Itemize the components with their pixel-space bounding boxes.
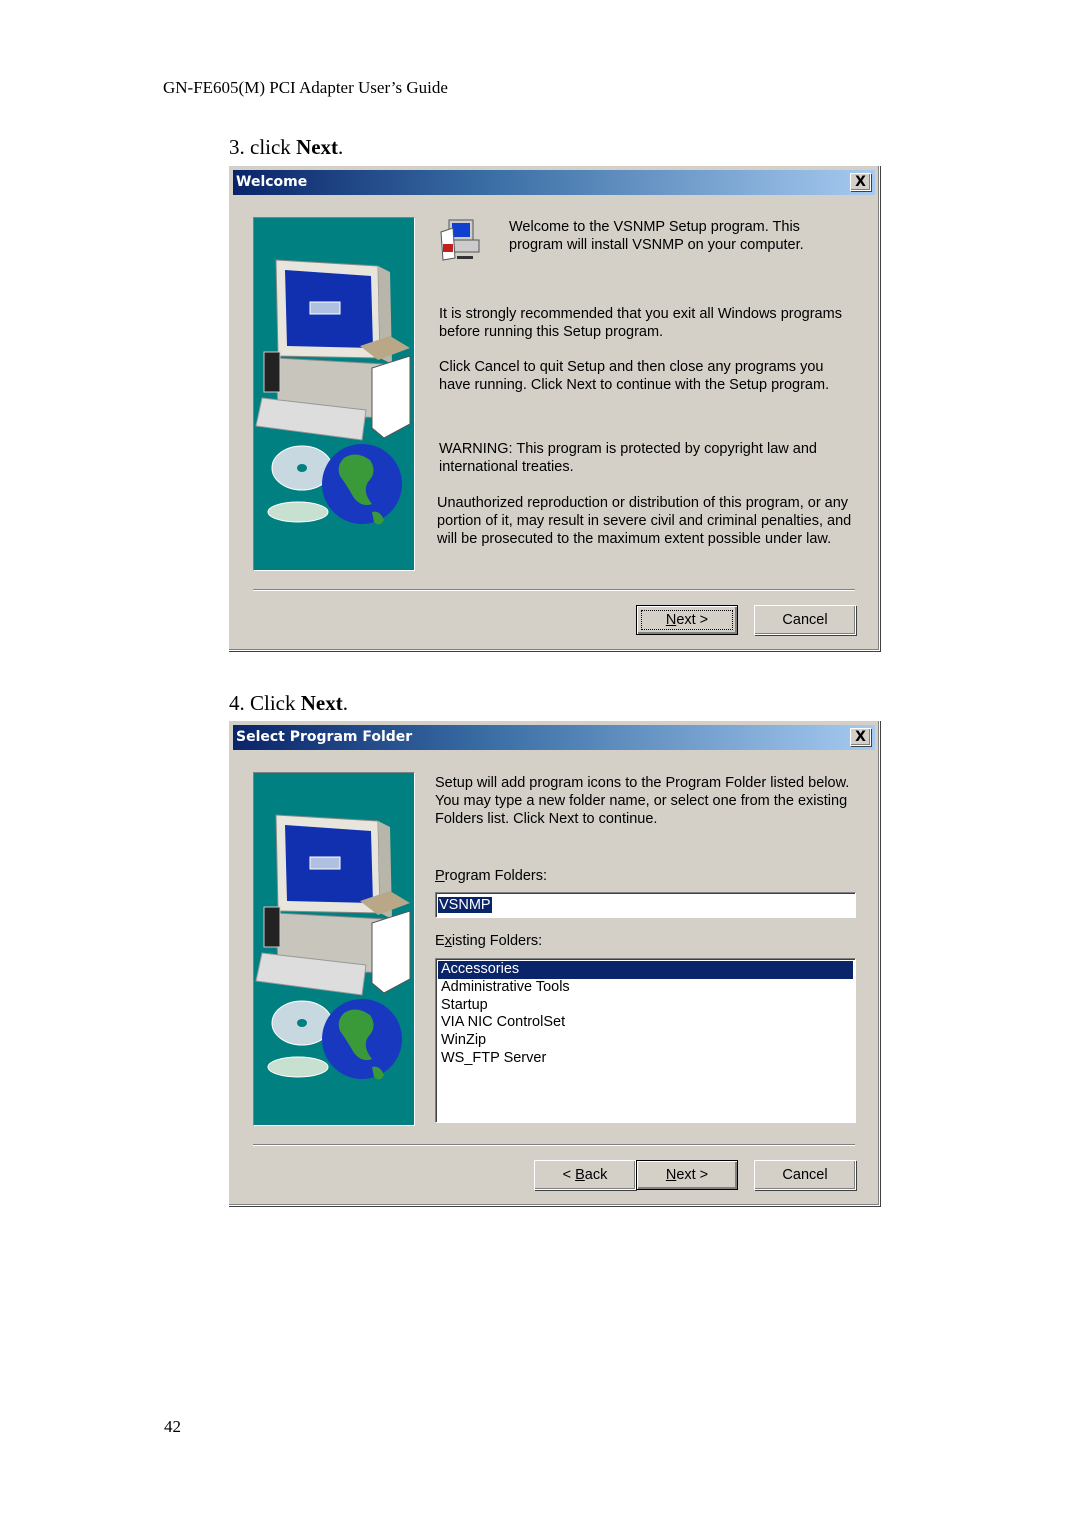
button-label: Cancel xyxy=(782,1167,828,1183)
button-label: ext > xyxy=(676,612,709,628)
text-line: Welcome to the VSNMP Setup program. This xyxy=(509,219,800,235)
program-folder-input[interactable]: VSNMP xyxy=(435,892,856,918)
step-emphasis: Next xyxy=(296,135,339,159)
step-suffix: . xyxy=(342,691,348,715)
input-value: VSNMP xyxy=(438,897,492,913)
select-program-folder-dialog: Select Program Folder X Setup will add p… xyxy=(228,720,880,1206)
mnemonic: P xyxy=(435,868,445,884)
step-text: 3. click xyxy=(229,135,297,159)
mnemonic: N xyxy=(665,612,677,628)
button-label: ack xyxy=(584,1167,608,1183)
setup-artwork xyxy=(253,772,415,1126)
dialog-title: Select Program Folder xyxy=(236,729,413,745)
step-emphasis: Next xyxy=(300,691,343,715)
text-line: WARNING: This program is protected by co… xyxy=(439,441,817,457)
text-line: international treaties. xyxy=(439,459,574,475)
list-item[interactable]: Accessories xyxy=(438,961,853,979)
welcome-titlebar[interactable]: Welcome X xyxy=(233,170,875,195)
folder-titlebar[interactable]: Select Program Folder X xyxy=(233,725,875,750)
text-line: Setup will add program icons to the Prog… xyxy=(435,775,850,791)
step-4-instruction: 4. Click Next. xyxy=(229,691,348,716)
document-header: GN-FE605(M) PCI Adapter User’s Guide xyxy=(163,78,448,97)
mnemonic: x xyxy=(444,933,452,949)
next-button[interactable]: Next > xyxy=(636,605,738,635)
close-icon: X xyxy=(855,729,866,745)
page-number: 42 xyxy=(164,1417,181,1436)
welcome-dialog: Welcome X Welcome to the VSNMP Setup pro… xyxy=(228,165,880,651)
close-icon: X xyxy=(855,174,866,190)
text-line: Click Cancel to quit Setup and then clos… xyxy=(439,359,824,375)
folder-description: Setup will add program icons to the Prog… xyxy=(435,774,849,828)
list-item[interactable]: Startup xyxy=(438,997,853,1015)
setup-installer-icon xyxy=(440,219,480,261)
list-item[interactable]: WinZip xyxy=(438,1032,853,1050)
cancel-next-instructions: Click Cancel to quit Setup and then clos… xyxy=(439,358,829,394)
close-button[interactable]: X xyxy=(850,173,871,191)
text-line: have running. Click Next to continue wit… xyxy=(439,377,830,393)
copyright-warning: WARNING: This program is protected by co… xyxy=(439,440,817,476)
existing-folders-label: Existing Folders: xyxy=(435,932,542,950)
back-button[interactable]: < Back xyxy=(534,1160,636,1190)
text-line: program will install VSNMP on your compu… xyxy=(509,237,804,253)
text-line: Unauthorized reproduction or distributio… xyxy=(437,495,849,511)
program-folders-label: Program Folders: xyxy=(435,867,547,885)
computer-globe-illustration xyxy=(255,259,411,525)
existing-folders-list[interactable]: Accessories Administrative Tools Startup… xyxy=(435,958,856,1123)
cancel-button[interactable]: Cancel xyxy=(754,605,856,635)
text-line: You may type a new folder name, or selec… xyxy=(435,793,848,809)
text-line: Folders list. Click Next to continue. xyxy=(435,811,658,827)
label-text: E xyxy=(435,933,445,949)
close-button[interactable]: X xyxy=(850,728,871,746)
button-label: ext > xyxy=(676,1167,709,1183)
dialog-title: Welcome xyxy=(236,174,308,190)
button-separator xyxy=(253,589,855,591)
label-text: isting Folders: xyxy=(451,933,543,949)
button-separator xyxy=(253,1144,855,1146)
next-button[interactable]: Next > xyxy=(636,1160,738,1190)
mnemonic: B xyxy=(575,1167,585,1183)
step-3-instruction: 3. click Next. xyxy=(229,135,343,160)
list-item[interactable]: WS_FTP Server xyxy=(438,1050,853,1068)
mnemonic: N xyxy=(665,1167,677,1183)
button-label: < xyxy=(562,1167,576,1183)
welcome-intro-text: Welcome to the VSNMP Setup program. This… xyxy=(509,218,804,254)
computer-globe-illustration xyxy=(255,814,411,1080)
text-line: will be prosecuted to the maximum extent… xyxy=(437,531,832,547)
label-text: rogram Folders: xyxy=(444,868,548,884)
text-line: portion of it, may result in severe civi… xyxy=(437,513,852,529)
text-line: before running this Setup program. xyxy=(439,324,664,340)
button-label: Cancel xyxy=(782,612,828,628)
step-text: 4. Click xyxy=(229,691,301,715)
recommendation-text: It is strongly recommended that you exit… xyxy=(439,305,842,341)
setup-artwork xyxy=(253,217,415,571)
unauthorized-notice: Unauthorized reproduction or distributio… xyxy=(437,494,851,548)
text-line: It is strongly recommended that you exit… xyxy=(439,306,842,322)
step-suffix: . xyxy=(338,135,344,159)
cancel-button[interactable]: Cancel xyxy=(754,1160,856,1190)
list-item[interactable]: Administrative Tools xyxy=(438,979,853,997)
list-item[interactable]: VIA NIC ControlSet xyxy=(438,1014,853,1032)
